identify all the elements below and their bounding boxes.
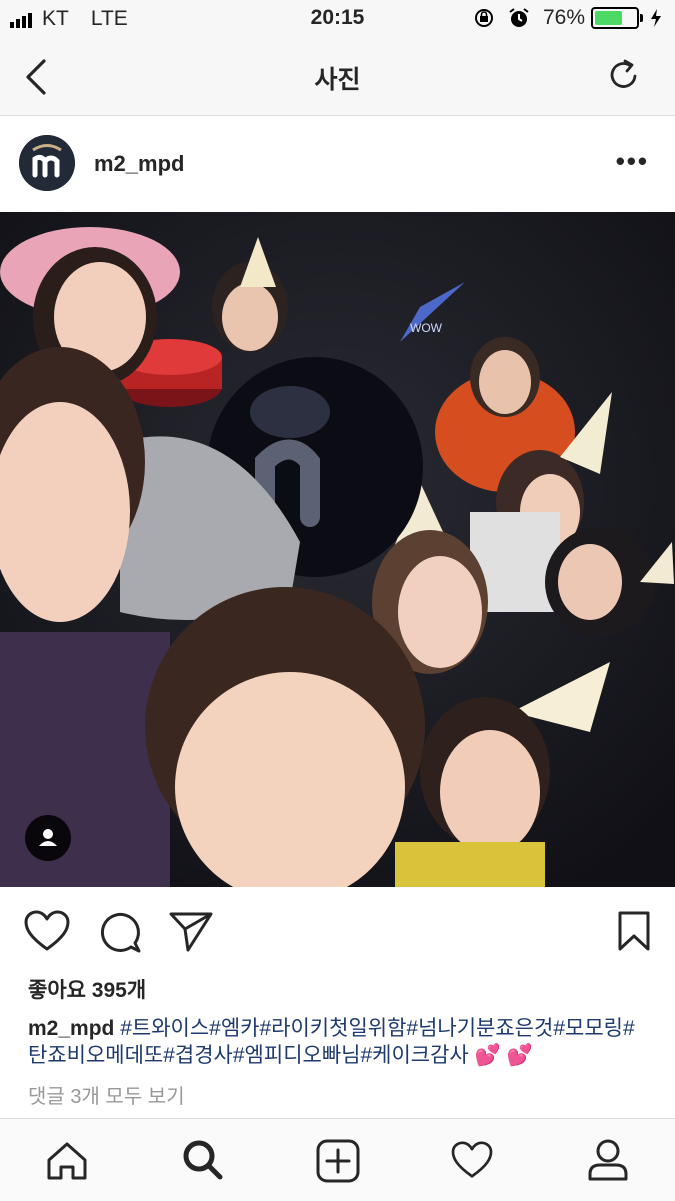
comment-icon[interactable] [98,910,142,954]
refresh-icon[interactable] [606,57,642,93]
share-send-icon[interactable] [168,911,214,953]
like-count[interactable]: 좋아요 395개 [28,974,146,1004]
view-all-comments-link[interactable]: 댓글 3개 모두 보기 [28,1080,185,1109]
search-icon[interactable] [182,1139,224,1181]
profile-icon[interactable] [587,1138,629,1182]
add-post-icon[interactable] [316,1139,360,1183]
like-heart-icon[interactable] [24,910,70,952]
charging-icon [651,9,661,27]
person-tag-icon [39,829,57,846]
photo-hat-text: WOW [410,321,443,335]
battery-icon [591,7,643,29]
battery-fill [595,11,622,25]
battery-percent: 76% [542,6,585,29]
caption-username[interactable]: m2_mpd [28,1017,114,1040]
status-bar: KT LTE 20:15 76% [0,0,675,38]
rotation-lock-icon [474,9,493,27]
alarm-icon [509,8,529,27]
tab-bar [0,1118,675,1201]
caption-hashtags[interactable]: #트와이스#엠카#라이키첫일위함#넘나기분죠은것#모모링#탄죠비오메데또#겹경사… [28,1017,635,1067]
caption-emoji: 💕 💕 [474,1044,533,1067]
group-selfie-image: WOW [0,212,675,887]
status-right: 76% [473,6,663,30]
more-options-icon[interactable]: ••• [616,146,649,177]
home-icon[interactable] [46,1141,88,1181]
tagged-people-button[interactable] [25,815,71,861]
nav-bar: 사진 [0,38,675,116]
avatar[interactable] [19,135,75,191]
post-photo[interactable]: WOW [0,212,675,887]
bookmark-icon[interactable] [617,910,651,952]
post-caption: m2_mpd #트와이스#엠카#라이키첫일위함#넘나기분죠은것#모모링#탄죠비오… [28,1015,648,1069]
mnet-logo-icon [19,135,75,191]
page-title: 사진 [314,66,361,94]
heart-icon[interactable] [451,1141,493,1179]
post-username[interactable]: m2_mpd [94,151,184,177]
